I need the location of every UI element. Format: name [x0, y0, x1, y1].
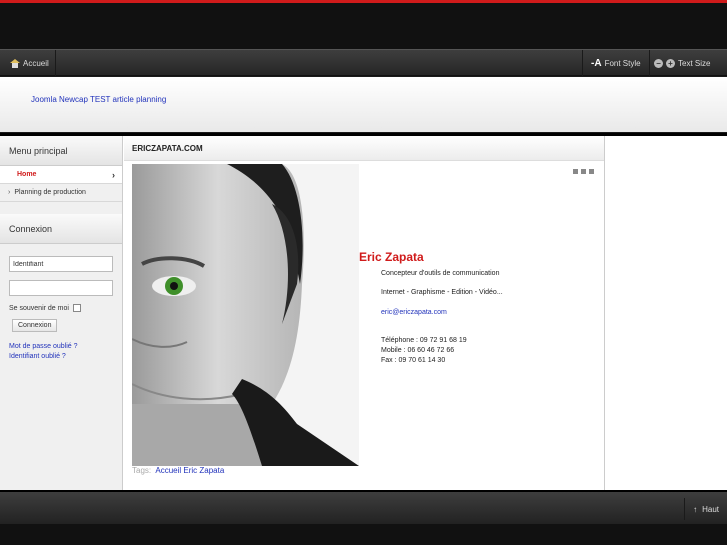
font-style-button[interactable]: -A Font Style [582, 50, 650, 76]
login-heading: Connexion [0, 214, 122, 244]
person-role: Concepteur d'outils de communication [381, 270, 500, 277]
text-size-control: − + Text Size [648, 50, 716, 76]
top-band [0, 0, 727, 49]
tags-row: Tags: Accueil Eric Zapata [132, 466, 224, 475]
person-name: Eric Zapata [359, 250, 424, 264]
chevron-right-icon: › [8, 189, 11, 196]
bottom-band [0, 524, 727, 545]
arrow-up-icon: ↑ [693, 504, 698, 514]
text-size-increase-icon[interactable]: + [666, 58, 675, 68]
fax-number: Fax : 09 70 61 14 30 [381, 357, 446, 364]
phone-number: Téléphone : 09 72 91 68 19 [381, 337, 467, 344]
header: Joomla Newcap TEST article planning [0, 77, 727, 132]
forgot-username-link[interactable]: Identifiant oublié ? [9, 352, 113, 362]
email-icon[interactable] [589, 169, 594, 174]
portrait-photo [132, 164, 359, 466]
nav-bar: Accueil -A Font Style − + Text Size [0, 49, 727, 76]
login-button[interactable]: Connexion [12, 319, 58, 332]
menu-item-label: Home [17, 171, 37, 178]
portrait-illustration [132, 164, 359, 466]
chevron-right-icon: › [112, 170, 115, 180]
back-to-top-button[interactable]: ↑ Haut [684, 498, 727, 520]
right-column [605, 136, 727, 493]
article-title: ERICZAPATA.COM [124, 136, 604, 161]
login-form: Se souvenir de moi Connexion Mot de pass… [0, 244, 122, 362]
nav-home-label: Accueil [23, 58, 49, 68]
footer: ↑ Haut [0, 490, 727, 524]
tags-label: Tags: [132, 466, 152, 475]
mobile-number: Mobile : 06 60 46 72 66 [381, 347, 455, 354]
print-icon[interactable] [581, 169, 586, 174]
header-title-link[interactable]: Joomla Newcap TEST article planning [31, 95, 166, 104]
menu-item-planning[interactable]: › Planning de production [0, 184, 122, 202]
menu-item-label: Planning de production [14, 189, 86, 196]
main-content: Menu principal Home › › Planning de produ… [0, 133, 727, 493]
sidebar: Menu principal Home › › Planning de produ… [0, 136, 123, 493]
article-tools [573, 169, 594, 174]
font-style-icon: -A [591, 57, 602, 69]
username-input[interactable] [9, 256, 113, 272]
back-to-top-label: Haut [702, 504, 719, 514]
text-size-label: Text Size [678, 58, 711, 68]
remember-me-label: Se souvenir de moi [9, 304, 69, 312]
tags-link[interactable]: Accueil Eric Zapata [155, 466, 224, 475]
article: ERICZAPATA.COM Tags: Accueil Eric Zapata… [124, 136, 605, 493]
person-services: Internet - Graphisme - Edition - Vidéo..… [381, 289, 503, 296]
remember-me-row: Se souvenir de moi [9, 302, 113, 314]
text-size-decrease-icon[interactable]: − [654, 58, 663, 68]
menu-item-home[interactable]: Home › [0, 166, 122, 184]
home-icon [10, 58, 20, 68]
nav-home-link[interactable]: Accueil [4, 50, 56, 76]
font-style-label: Font Style [604, 58, 641, 68]
pdf-icon[interactable] [573, 169, 578, 174]
remember-me-checkbox[interactable] [72, 304, 81, 312]
password-input[interactable] [9, 280, 113, 296]
menu-heading: Menu principal [0, 136, 122, 166]
forgot-password-link[interactable]: Mot de passe oublié ? [9, 342, 113, 352]
email-link[interactable]: eric@ericzapata.com [381, 309, 447, 316]
